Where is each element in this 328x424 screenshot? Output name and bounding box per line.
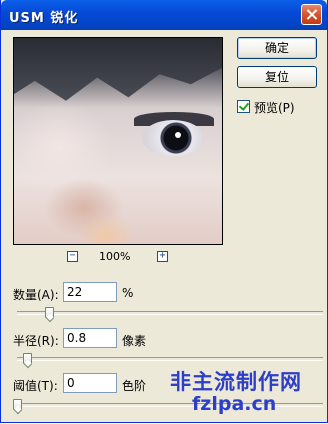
watermark-title: 非主流制作网 (170, 370, 302, 394)
watermark-url: fzlpa.cn (192, 393, 277, 415)
threshold-slider-track[interactable] (13, 399, 323, 410)
zoom-out-button[interactable]: − (67, 251, 78, 262)
amount-input[interactable] (63, 282, 117, 302)
zoom-level: 100% (99, 250, 131, 263)
preview-checkbox-label: 预览(P) (254, 101, 295, 115)
radius-label: 半径(R): (13, 334, 59, 348)
preview-photo-hair (14, 38, 222, 101)
radius-slider-thumb[interactable] (23, 353, 32, 364)
dialog-title: USM 锐化 (9, 11, 79, 26)
title-bar[interactable]: USM 锐化 (1, 0, 327, 30)
usm-sharpen-dialog: USM 锐化 − 100% + 确定 复位 预览(P) 数量(A): % 半径(… (0, 0, 328, 423)
threshold-slider-thumb[interactable] (13, 399, 22, 410)
reset-button[interactable]: 复位 (237, 66, 317, 88)
amount-slider-track[interactable] (17, 307, 323, 318)
radius-input[interactable] (63, 328, 117, 348)
ok-button[interactable]: 确定 (237, 37, 317, 59)
zoom-in-button[interactable]: + (157, 251, 168, 262)
threshold-input[interactable] (63, 373, 117, 393)
preview-image[interactable] (13, 37, 223, 245)
threshold-unit: 色阶 (122, 379, 147, 393)
radius-unit: 像素 (122, 334, 147, 348)
close-icon[interactable] (301, 4, 322, 25)
zoom-controls: − 100% + (1, 250, 231, 265)
preview-photo (14, 38, 222, 244)
amount-unit: % (122, 286, 134, 300)
threshold-label: 阈值(T): (13, 379, 58, 393)
amount-label: 数量(A): (13, 288, 59, 302)
preview-checkbox[interactable] (237, 100, 250, 113)
amount-slider-thumb[interactable] (45, 307, 54, 318)
preview-photo-eye (142, 120, 204, 156)
radius-slider-track[interactable] (17, 353, 323, 364)
